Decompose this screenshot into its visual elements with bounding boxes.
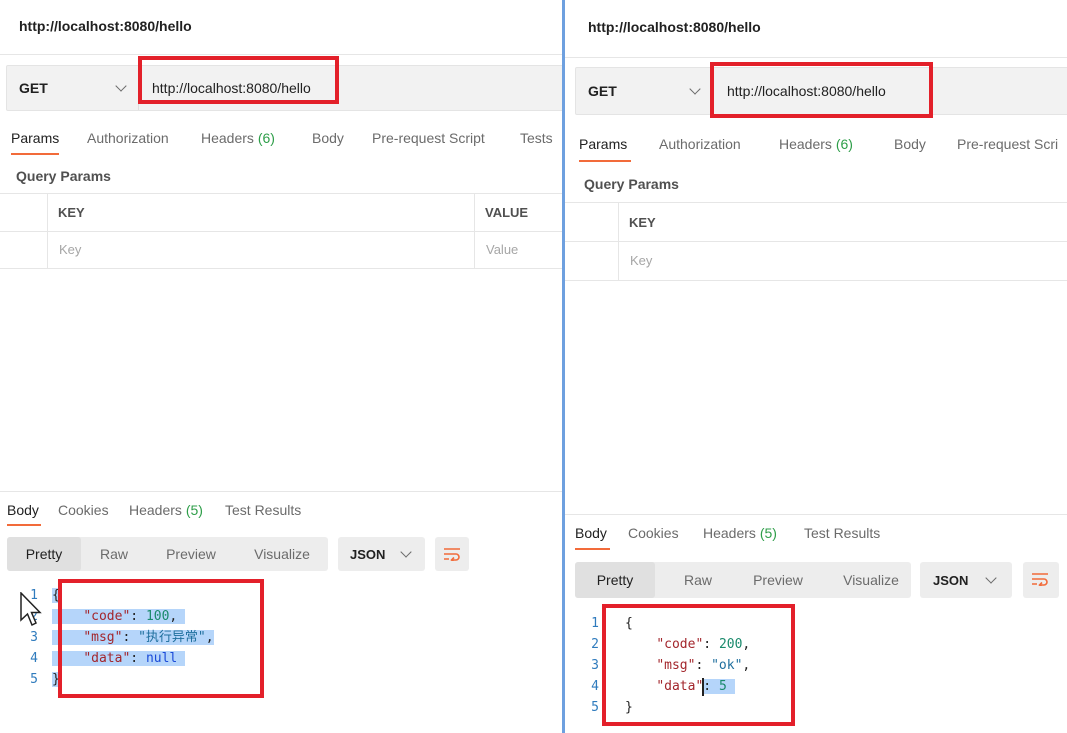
response-divider [0, 491, 562, 492]
table-border-mid [565, 241, 1067, 242]
active-tab-indicator [7, 524, 41, 526]
response-tab-test-results[interactable]: Test Results [804, 525, 880, 541]
table-border-bottom [0, 268, 562, 269]
active-tab-indicator [575, 548, 610, 550]
method-selector[interactable]: GET [19, 80, 48, 96]
tab-pre-request-script[interactable]: Pre-request Script [372, 130, 485, 146]
tab-params[interactable]: Params [11, 130, 59, 146]
response-tab-test-results[interactable]: Test Results [225, 502, 301, 518]
table-border-mid [0, 231, 562, 232]
response-tab-headers[interactable]: Headers (5) [129, 502, 203, 518]
response-divider [565, 514, 1067, 515]
key-input[interactable]: Key [59, 242, 81, 257]
view-preview[interactable]: Preview [739, 562, 817, 598]
format-label: JSON [933, 573, 969, 588]
tab-headers[interactable]: Headers (6) [201, 130, 275, 146]
tab-authorization[interactable]: Authorization [659, 136, 741, 152]
chevron-down-icon [985, 572, 997, 584]
response-highlight-box [602, 604, 795, 726]
response-tab-headers[interactable]: Headers (5) [703, 525, 777, 541]
tab-headers[interactable]: Headers (6) [779, 136, 853, 152]
url-highlight-box [710, 62, 933, 118]
format-selector[interactable]: JSON [920, 562, 1012, 598]
tab-tests[interactable]: Tests [520, 130, 553, 146]
view-preview[interactable]: Preview [153, 537, 229, 571]
view-pretty[interactable]: Pretty [575, 562, 655, 598]
value-input[interactable]: Value [486, 242, 518, 257]
wrap-lines-button[interactable] [1023, 562, 1059, 598]
title-divider [565, 57, 1067, 58]
key-input[interactable]: Key [630, 253, 652, 268]
tab-body[interactable]: Body [894, 136, 926, 152]
left-postman-window: http://localhost:8080/hello GET http://l… [0, 0, 562, 733]
query-params-label: Query Params [16, 168, 111, 184]
view-mode-switcher: Pretty Raw Preview Visualize [575, 562, 911, 598]
wrap-lines-button[interactable] [435, 537, 469, 571]
view-visualize[interactable]: Visualize [243, 537, 321, 571]
table-border-top [0, 193, 562, 194]
value-column-header: VALUE [485, 205, 529, 220]
chevron-down-icon[interactable] [689, 83, 701, 95]
chevron-down-icon [400, 546, 412, 558]
tab-authorization[interactable]: Authorization [87, 130, 169, 146]
tab-pre-request-script[interactable]: Pre-request Scri [957, 136, 1058, 152]
key-column-header: KEY [629, 215, 656, 230]
table-col-divider [47, 193, 48, 268]
code-line: 5} [30, 672, 60, 687]
tab-params[interactable]: Params [579, 136, 627, 152]
wrap-lines-icon [444, 548, 460, 561]
view-mode-switcher: Pretty Raw Preview Visualize [7, 537, 328, 571]
format-selector[interactable]: JSON [338, 537, 425, 571]
request-tab-title[interactable]: http://localhost:8080/hello [588, 19, 761, 35]
query-params-label: Query Params [584, 176, 679, 192]
view-raw[interactable]: Raw [87, 537, 141, 571]
key-column-header: KEY [58, 205, 85, 220]
table-col-divider [474, 193, 475, 268]
view-visualize[interactable]: Visualize [831, 562, 911, 598]
request-tab-title[interactable]: http://localhost:8080/hello [19, 18, 192, 34]
tab-body[interactable]: Body [312, 130, 344, 146]
table-col-divider [618, 202, 619, 280]
response-tab-body[interactable]: Body [7, 502, 39, 518]
active-tab-indicator [11, 153, 59, 155]
text-cursor-icon [702, 678, 704, 696]
response-highlight-box [58, 579, 264, 698]
view-raw[interactable]: Raw [663, 562, 733, 598]
chevron-down-icon[interactable] [115, 80, 127, 92]
response-tab-cookies[interactable]: Cookies [628, 525, 679, 541]
format-label: JSON [350, 547, 386, 562]
wrap-lines-icon [1032, 573, 1048, 586]
title-divider [0, 54, 562, 55]
table-border-bottom [565, 280, 1067, 281]
active-tab-indicator [579, 160, 631, 162]
response-tab-cookies[interactable]: Cookies [58, 502, 109, 518]
mouse-cursor-icon [20, 592, 42, 627]
url-highlight-box [138, 56, 339, 104]
right-postman-window: http://localhost:8080/hello GET http://l… [565, 0, 1067, 733]
view-pretty[interactable]: Pretty [7, 537, 81, 571]
table-border-top [565, 202, 1067, 203]
response-tab-body[interactable]: Body [575, 525, 607, 541]
method-selector[interactable]: GET [588, 83, 617, 99]
